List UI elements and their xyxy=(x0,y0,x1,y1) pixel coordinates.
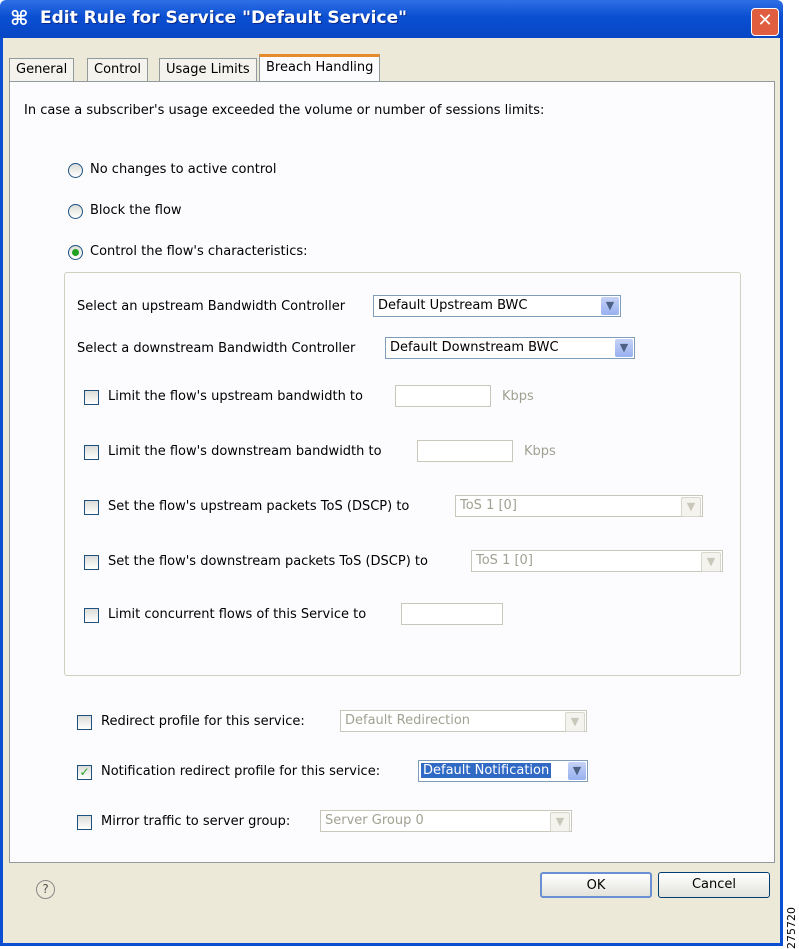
mirror-traffic-value: Server Group 0 xyxy=(325,813,424,828)
redirect-profile-select[interactable]: Default Redirection ▼ xyxy=(340,710,587,732)
chevron-down-icon[interactable]: ▼ xyxy=(550,812,570,832)
tos-upstream-checkbox[interactable] xyxy=(84,500,99,515)
dialog-body: General Control Usage Limits Breach Hand… xyxy=(0,38,783,946)
downstream-bwc-value: Default Downstream BWC xyxy=(390,340,559,355)
tab-general[interactable]: General xyxy=(9,58,75,81)
upstream-bwc-value: Default Upstream BWC xyxy=(378,298,528,313)
tos-upstream-label[interactable]: Set the flow's upstream packets ToS (DSC… xyxy=(108,499,409,514)
limit-downstream-input[interactable] xyxy=(417,440,513,462)
figure-number: 275720 xyxy=(785,907,798,949)
breach-handling-panel: In case a subscriber's usage exceeded th… xyxy=(9,81,775,863)
close-button[interactable]: ✕ xyxy=(751,8,779,36)
upstream-bwc-label: Select an upstream Bandwidth Controller xyxy=(77,299,346,314)
redirect-profile-checkbox[interactable] xyxy=(77,715,92,730)
mirror-traffic-label[interactable]: Mirror traffic to server group: xyxy=(101,814,290,829)
no-changes-label[interactable]: No changes to active control xyxy=(90,162,276,177)
limit-upstream-checkbox[interactable] xyxy=(84,390,99,405)
tos-upstream-value: ToS 1 [0] xyxy=(460,498,517,513)
control-flow-label[interactable]: Control the flow's characteristics: xyxy=(90,244,308,259)
block-flow-radio[interactable] xyxy=(68,204,83,219)
tos-downstream-value: ToS 1 [0] xyxy=(476,553,533,568)
service-rule-icon: ⌘ xyxy=(10,6,29,30)
tab-usage-limits[interactable]: Usage Limits xyxy=(159,58,257,81)
tos-downstream-checkbox[interactable] xyxy=(84,555,99,570)
upstream-bwc-select[interactable]: Default Upstream BWC ▼ xyxy=(373,295,621,317)
limit-downstream-label[interactable]: Limit the flow's downstream bandwidth to xyxy=(108,444,382,459)
chevron-down-icon[interactable]: ▼ xyxy=(615,339,633,357)
control-flow-radio[interactable] xyxy=(68,245,83,260)
redirect-profile-value: Default Redirection xyxy=(345,713,471,728)
block-flow-label[interactable]: Block the flow xyxy=(90,203,182,218)
limit-downstream-checkbox[interactable] xyxy=(84,445,99,460)
notification-profile-select[interactable]: Default Notification ▼ xyxy=(418,760,588,782)
limit-concurrent-input[interactable] xyxy=(401,603,503,625)
chevron-down-icon[interactable]: ▼ xyxy=(565,712,585,732)
limit-concurrent-checkbox[interactable] xyxy=(84,608,99,623)
edit-rule-dialog: ⌘ Edit Rule for Service "Default Service… xyxy=(0,0,783,949)
tab-breach-handling[interactable]: Breach Handling xyxy=(259,54,381,84)
intro-text: In case a subscriber's usage exceeded th… xyxy=(24,103,545,118)
help-icon[interactable]: ? xyxy=(36,880,55,899)
tos-downstream-select[interactable]: ToS 1 [0] ▼ xyxy=(471,550,723,572)
tab-control[interactable]: Control xyxy=(87,58,148,81)
limit-upstream-unit: Kbps xyxy=(502,389,534,404)
chevron-down-icon[interactable]: ▼ xyxy=(601,297,619,315)
ok-button[interactable]: OK xyxy=(540,872,652,898)
mirror-traffic-checkbox[interactable] xyxy=(77,815,92,830)
tos-upstream-select[interactable]: ToS 1 [0] ▼ xyxy=(455,495,703,517)
downstream-bwc-label: Select a downstream Bandwidth Controller xyxy=(77,341,356,356)
notification-profile-label[interactable]: Notification redirect profile for this s… xyxy=(101,764,380,779)
window-title: Edit Rule for Service "Default Service" xyxy=(40,8,407,28)
limit-upstream-label[interactable]: Limit the flow's upstream bandwidth to xyxy=(108,389,363,404)
notification-profile-value: Default Notification xyxy=(421,763,552,778)
notification-profile-checkbox[interactable]: ✓ xyxy=(77,765,92,780)
cancel-button[interactable]: Cancel xyxy=(658,872,770,898)
chevron-down-icon[interactable]: ▼ xyxy=(681,497,701,517)
limit-upstream-input[interactable] xyxy=(395,385,491,407)
title-bar[interactable]: ⌘ Edit Rule for Service "Default Service… xyxy=(0,0,783,38)
control-characteristics-group: Select an upstream Bandwidth Controller … xyxy=(64,272,741,676)
chevron-down-icon[interactable]: ▼ xyxy=(701,552,721,572)
redirect-profile-label[interactable]: Redirect profile for this service: xyxy=(101,714,305,729)
tos-downstream-label[interactable]: Set the flow's downstream packets ToS (D… xyxy=(108,554,428,569)
limit-downstream-unit: Kbps xyxy=(524,444,556,459)
mirror-traffic-select[interactable]: Server Group 0 ▼ xyxy=(320,810,572,832)
no-changes-radio[interactable] xyxy=(68,163,83,178)
limit-concurrent-label[interactable]: Limit concurrent flows of this Service t… xyxy=(108,607,366,622)
downstream-bwc-select[interactable]: Default Downstream BWC ▼ xyxy=(385,337,635,359)
chevron-down-icon[interactable]: ▼ xyxy=(568,762,586,780)
